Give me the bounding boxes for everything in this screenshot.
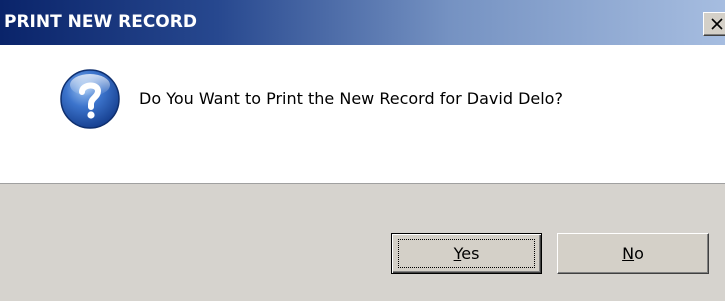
question-icon xyxy=(60,69,120,129)
window-title: PRINT NEW RECORD xyxy=(4,12,197,32)
message-text: Do You Want to Print the New Record for … xyxy=(139,89,563,108)
no-label-rest: o xyxy=(634,244,644,263)
no-button[interactable]: No xyxy=(557,233,709,274)
yes-button[interactable]: Yes xyxy=(391,233,542,274)
title-bar[interactable]: PRINT NEW RECORD xyxy=(0,0,725,45)
no-mnemonic: N xyxy=(622,244,635,263)
yes-label-rest: es xyxy=(461,244,480,263)
no-button-label: No xyxy=(622,244,644,263)
yes-button-label: Yes xyxy=(454,244,480,263)
close-button[interactable] xyxy=(703,12,725,36)
dialog-window: PRINT NEW RECORD Do You Want to Print th… xyxy=(0,0,725,301)
close-icon xyxy=(711,18,723,30)
